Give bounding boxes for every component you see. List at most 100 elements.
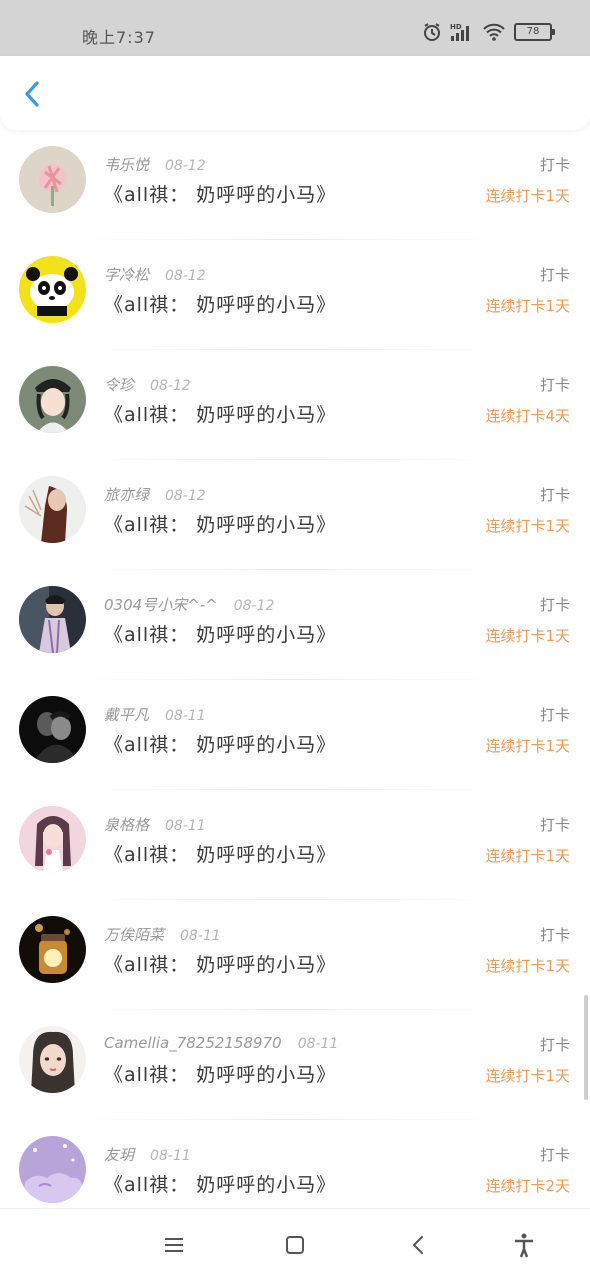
list-item[interactable]: 0304号小宋^-^ 08-12 《all祺： 奶呼呼的小马》 打卡 连续打卡1天 [0,570,590,680]
accessibility-button[interactable] [510,1231,538,1259]
list-item[interactable]: 友玥 08-11 《all祺： 奶呼呼的小马》 打卡 连续打卡2天 [0,1120,590,1208]
user-info: 令珍 08-12 [104,374,191,395]
streak-label: 连续打卡1天 [485,627,570,645]
checkin-date: 08-12 [165,158,206,174]
user-name: 令珍 [104,376,135,394]
user-name: 韦乐悦 [104,156,150,174]
user-name: 戴平凡 [104,706,150,724]
checkin-label: 打卡 [539,706,570,724]
list-item[interactable]: 旅亦绿 08-12 《all祺： 奶呼呼的小马》 打卡 连续打卡1天 [0,460,590,570]
book-title: 《all祺： 奶呼呼的小马》 [104,514,337,536]
checkin-label: 打卡 [539,816,570,834]
user-info: Camellia_78252158970 08-11 [104,1034,338,1052]
back-button[interactable] [16,78,48,110]
alarm-icon [422,22,442,42]
avatar [19,256,86,323]
user-info: 戴平凡 08-11 [104,704,206,725]
header [0,56,590,130]
scrollbar[interactable] [584,995,588,1100]
checkin-date: 08-12 [150,378,191,394]
avatar [19,916,86,983]
book-title: 《all祺： 奶呼呼的小马》 [104,294,337,316]
checkin-label: 打卡 [539,156,570,174]
chevron-left-icon [25,81,39,107]
wifi-icon [482,22,506,42]
checkin-date: 08-11 [165,818,206,834]
book-title: 《all祺： 奶呼呼的小马》 [104,954,337,976]
user-info: 万俟陌菜 08-11 [104,924,221,945]
streak-label: 连续打卡1天 [485,297,570,315]
checkin-date: 08-11 [165,708,206,724]
battery-icon: 78 [514,23,555,41]
checkin-list: 韦乐悦 08-12 《all祺： 奶呼呼的小马》 打卡 连续打卡1天 字冷松 08-… [0,130,590,1208]
status-icons: HD 78 [422,22,555,42]
menu-icon [165,1238,183,1252]
checkin-label: 打卡 [539,1036,570,1054]
accessibility-icon [515,1233,533,1258]
avatar [19,1136,86,1203]
streak-label: 连续打卡1天 [485,957,570,975]
streak-label: 连续打卡1天 [485,847,570,865]
user-name: 0304号小宋^-^ [104,596,218,614]
book-title: 《all祺： 奶呼呼的小马》 [104,734,337,756]
user-info: 友玥 08-11 [104,1144,191,1165]
list-item[interactable]: 令珍 08-12 《all祺： 奶呼呼的小马》 打卡 连续打卡4天 [0,350,590,460]
status-bar: 晚上7:37 HD 78 [0,0,590,56]
user-info: 字冷松 08-12 [104,264,206,285]
streak-label: 连续打卡2天 [485,1177,570,1195]
avatar [19,696,86,763]
checkin-label: 打卡 [539,266,570,284]
navigation-bar [0,1208,590,1281]
user-info: 韦乐悦 08-12 [104,154,206,175]
checkin-date: 08-12 [233,598,275,614]
checkin-label: 打卡 [539,1146,570,1164]
user-info: 旅亦绿 08-12 [104,484,206,505]
book-title: 《all祺： 奶呼呼的小马》 [104,1174,337,1196]
checkin-label: 打卡 [539,596,570,614]
list-item[interactable]: 万俟陌菜 08-11 《all祺： 奶呼呼的小马》 打卡 连续打卡1天 [0,900,590,1010]
book-title: 《all祺： 奶呼呼的小马》 [104,844,337,866]
list-item[interactable]: 泉格格 08-11 《all祺： 奶呼呼的小马》 打卡 连续打卡1天 [0,790,590,900]
menu-button[interactable] [160,1231,188,1259]
avatar [19,1026,86,1093]
user-name: 字冷松 [104,266,150,284]
list-item[interactable]: 戴平凡 08-11 《all祺： 奶呼呼的小马》 打卡 连续打卡1天 [0,680,590,790]
checkin-date: 08-11 [297,1036,339,1052]
back-icon [412,1236,423,1254]
checkin-date: 08-12 [165,488,206,504]
user-name: 友玥 [104,1146,135,1164]
user-name: Camellia_78252158970 [104,1034,282,1052]
user-info: 泉格格 08-11 [104,814,206,835]
checkin-label: 打卡 [539,926,570,944]
book-title: 《all祺： 奶呼呼的小马》 [104,184,337,206]
avatar [19,476,86,543]
home-button[interactable] [281,1231,309,1259]
checkin-label: 打卡 [539,486,570,504]
streak-label: 连续打卡1天 [485,517,570,535]
checkin-label: 打卡 [539,376,570,394]
avatar [19,806,86,873]
avatar [19,146,86,213]
status-time: 晚上7:37 [82,28,156,47]
nav-back-button[interactable] [405,1231,433,1259]
user-info: 0304号小宋^-^ 08-12 [104,594,274,615]
user-name: 旅亦绿 [104,486,150,504]
checkin-date: 08-12 [165,268,206,284]
streak-label: 连续打卡1天 [485,1067,570,1085]
avatar [19,586,86,653]
streak-label: 连续打卡1天 [485,187,570,205]
streak-label: 连续打卡1天 [485,737,570,755]
avatar [19,366,86,433]
checkin-date: 08-11 [180,928,221,944]
list-item[interactable]: 字冷松 08-12 《all祺： 奶呼呼的小马》 打卡 连续打卡1天 [0,240,590,350]
checkin-date: 08-11 [150,1148,191,1164]
list-item[interactable]: 韦乐悦 08-12 《all祺： 奶呼呼的小马》 打卡 连续打卡1天 [0,130,590,240]
hd-signal-icon: HD [450,22,474,42]
book-title: 《all祺： 奶呼呼的小马》 [104,1064,337,1086]
streak-label: 连续打卡4天 [485,407,570,425]
svg-text:HD: HD [450,23,462,31]
book-title: 《all祺： 奶呼呼的小马》 [104,404,337,426]
user-name: 万俟陌菜 [104,926,165,944]
user-name: 泉格格 [104,816,150,834]
list-item[interactable]: Camellia_78252158970 08-11 《all祺： 奶呼呼的小马》… [0,1010,590,1120]
